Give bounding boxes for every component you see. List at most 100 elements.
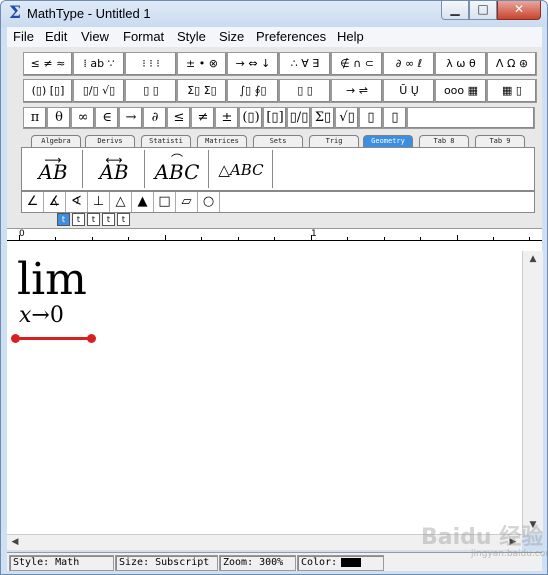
template-arc[interactable]: ⌒ ABC	[146, 150, 209, 188]
ruler-baseline	[7, 240, 542, 241]
arc-icon: ⌒	[170, 153, 183, 167]
palette-boxes[interactable]: ▦ ▯	[487, 79, 537, 103]
template-segment-arrow[interactable]: ⟶ AB	[24, 150, 83, 188]
symbol-plus-minus[interactable]: ±	[215, 107, 239, 129]
close-button[interactable]: ✕	[497, 1, 541, 20]
menu-format[interactable]: Format	[123, 29, 164, 44]
template-superscript[interactable]: ▯	[359, 107, 383, 129]
scroll-left-icon[interactable]: ◀	[7, 535, 23, 550]
size-subscript-button[interactable]: t	[72, 213, 85, 226]
status-style: Style: Math	[9, 555, 114, 571]
menu-help[interactable]: Help	[337, 29, 364, 44]
palette-logic[interactable]: ∴ ∀ ∃	[279, 52, 331, 76]
palette-fractions[interactable]: ▯/▯ √▯	[73, 79, 125, 103]
tab-matrices[interactable]: Matrices	[197, 135, 247, 147]
palette-misc[interactable]: ∂ ∞ ℓ	[383, 52, 435, 76]
spherical-angle-icon[interactable]: ∢	[66, 192, 88, 212]
scroll-up-icon[interactable]: ▲	[523, 251, 543, 267]
symbol-infinity[interactable]: ∞	[71, 107, 95, 129]
circle-icon[interactable]: ○	[198, 192, 220, 212]
symbol-right-arrow[interactable]: →	[119, 107, 143, 129]
size-sub-symbol-button[interactable]: t	[117, 213, 130, 226]
palette-matrices[interactable]: ooo ▦	[435, 79, 487, 103]
palette-integrals[interactable]: ∫▯ ∮▯	[227, 79, 279, 103]
palette-sums[interactable]: Σ▯ Σ▯	[177, 79, 227, 103]
menu-preferences[interactable]: Preferences	[256, 29, 326, 44]
ruler-tick	[457, 235, 458, 240]
size-sub-subscript-button[interactable]: t	[87, 213, 100, 226]
tab-9[interactable]: Tab 9	[475, 135, 525, 147]
status-zoom: Zoom: 300%	[219, 555, 296, 571]
size-full-button[interactable]: t	[57, 213, 70, 226]
template-parens[interactable]: (▯)	[239, 107, 263, 129]
template-fraction[interactable]: ▯/▯	[287, 107, 311, 129]
measured-angle-icon[interactable]: ∡	[44, 192, 66, 212]
minimize-button[interactable]: ▁	[441, 1, 469, 20]
tab-derivs[interactable]: Derivs	[85, 135, 135, 147]
status-bar: Style: Math Size: Subscript Zoom: 300% C…	[7, 552, 542, 571]
equation-subscript[interactable]: x→0	[19, 303, 64, 328]
symbol-pi[interactable]: π	[23, 107, 47, 129]
symbol-element-of[interactable]: ∈	[95, 107, 119, 129]
square-icon[interactable]: □	[154, 192, 176, 212]
menu-view[interactable]: View	[81, 29, 109, 44]
palette-embellishments[interactable]: ⁝ ⁝ ⁝	[125, 52, 177, 76]
palette-scripts[interactable]: ▯ ▯	[125, 79, 177, 103]
template-brackets[interactable]: [▯]	[263, 107, 287, 129]
symbol-less-equal[interactable]: ≤	[167, 107, 191, 129]
symbol-not-equal[interactable]: ≠	[191, 107, 215, 129]
watermark: Baidu 经验	[421, 525, 544, 550]
geometry-template-row: ⟶ AB ⟷ AB ⌒ ABC △ABC	[21, 147, 535, 191]
palette-products[interactable]: Ū Ų	[383, 79, 435, 103]
palette-greek-upper[interactable]: Λ Ω ⊛	[487, 52, 537, 76]
menu-edit[interactable]: Edit	[45, 29, 67, 44]
ruler-tick	[347, 237, 348, 240]
equation-editor-canvas[interactable]: lim x→0	[7, 251, 522, 534]
equation-lim[interactable]: lim	[17, 254, 87, 305]
tab-trig[interactable]: Trig	[309, 135, 359, 147]
size-symbol-button[interactable]: t	[102, 213, 115, 226]
template-sqrt[interactable]: √▯	[335, 107, 359, 129]
menu-style[interactable]: Style	[177, 29, 206, 44]
palette-arrows[interactable]: → ⇔ ↓	[227, 52, 279, 76]
window-title: MathType - Untitled 1	[27, 6, 151, 21]
ruler: 0 1	[7, 228, 542, 252]
maximize-button[interactable]: □	[469, 1, 497, 20]
perpendicular-icon[interactable]: ⊥	[88, 192, 110, 212]
annotation-red-dot-right	[87, 334, 96, 343]
palette-bars[interactable]: ▯ ▯	[279, 79, 331, 103]
palette-spaces[interactable]: ⁞ ab ∵	[73, 52, 125, 76]
ruler-tick	[201, 237, 202, 240]
palette-operators[interactable]: ± • ⊗	[177, 52, 227, 76]
symbol-theta[interactable]: θ	[47, 107, 71, 129]
palette-fences[interactable]: (▯) [▯]	[23, 79, 73, 103]
status-color: Color:	[297, 555, 384, 571]
annotation-red-dot-left	[11, 334, 20, 343]
palette-sets[interactable]: ∉ ∩ ⊂	[331, 52, 383, 76]
tab-sets[interactable]: Sets	[253, 135, 303, 147]
vertical-scrollbar[interactable]: ▲ ▼	[522, 251, 543, 534]
filled-triangle-icon[interactable]: ▲	[132, 192, 154, 212]
title-bar: Σ MathType - Untitled 1 ▁ □ ✕	[1, 1, 547, 27]
tab-geometry[interactable]: Geometry	[363, 135, 413, 147]
parallelogram-icon[interactable]: ▱	[176, 192, 198, 212]
palette-labeled-arrows[interactable]: → ⇌	[331, 79, 383, 103]
template-sum[interactable]: Σ▯	[311, 107, 335, 129]
symbol-partial[interactable]: ∂	[143, 107, 167, 129]
template-triangle[interactable]: △ABC	[210, 150, 273, 188]
template-subscript[interactable]: ▯	[383, 107, 407, 129]
menu-size[interactable]: Size	[219, 29, 244, 44]
ruler-tick	[238, 237, 239, 240]
tab-algebra[interactable]: Algebra	[31, 135, 81, 147]
ruler-tick	[420, 237, 421, 240]
template-segment-double-arrow[interactable]: ⟷ AB	[84, 150, 145, 188]
angle-icon[interactable]: ∠	[22, 192, 44, 212]
tab-statistics[interactable]: Statisti	[141, 135, 191, 147]
ruler-tick	[493, 237, 494, 240]
tab-8[interactable]: Tab 8	[419, 135, 469, 147]
palette-relations[interactable]: ≤ ≠ ≈	[23, 52, 73, 76]
palette-greek-lower[interactable]: λ ω θ	[435, 52, 487, 76]
triangle-icon[interactable]: △	[110, 192, 132, 212]
menu-file[interactable]: File	[13, 29, 34, 44]
menu-bar: File Edit View Format Style Size Prefere…	[7, 27, 542, 48]
